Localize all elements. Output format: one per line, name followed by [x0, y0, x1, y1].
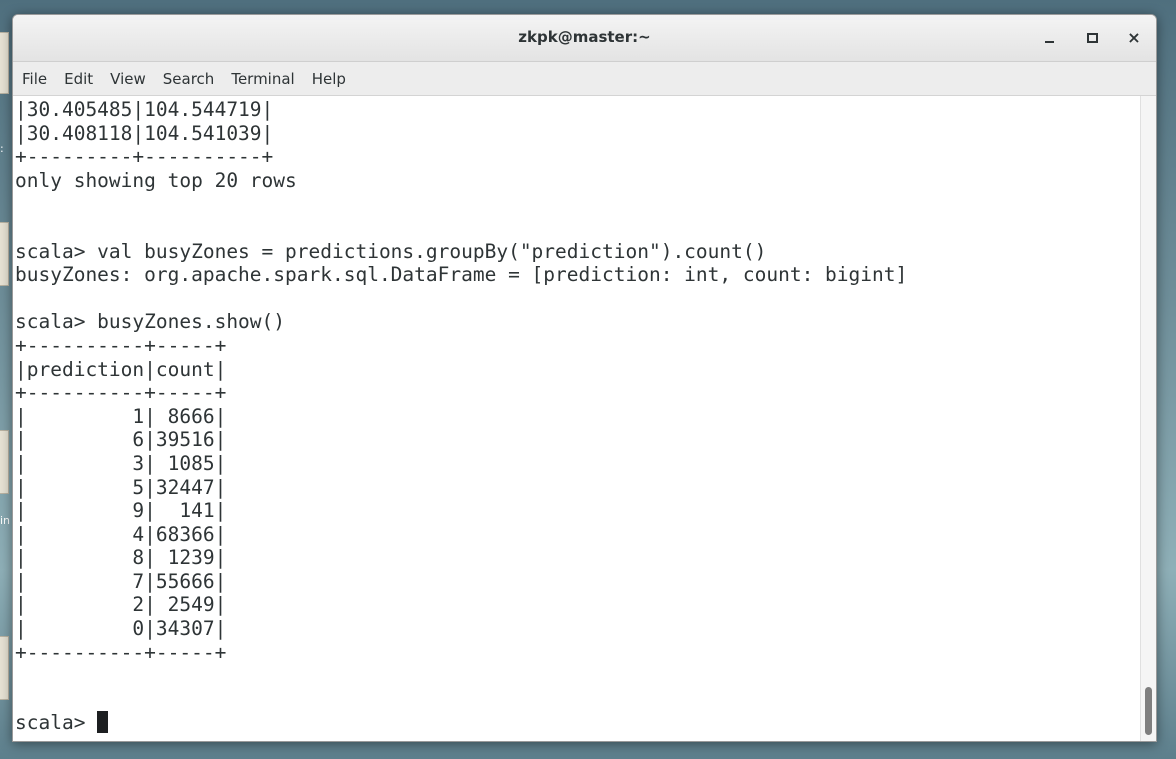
terminal-line: scala> val busyZones = predictions.group… [15, 239, 767, 263]
scrollbar[interactable] [1140, 96, 1156, 741]
desktop-icon[interactable] [0, 636, 9, 700]
menu-search[interactable]: Search [154, 70, 223, 88]
terminal-line: | 4|68366| [15, 522, 227, 546]
desktop-icon[interactable] [0, 32, 9, 94]
terminal-line: only showing top 20 rows [15, 168, 297, 192]
menu-view[interactable]: View [101, 70, 154, 88]
maximize-button[interactable] [1081, 27, 1103, 49]
prompt-line[interactable]: scala> [15, 711, 907, 735]
terminal-line: +----------+-----+ [15, 640, 227, 664]
terminal-line: | 0|34307| [15, 617, 227, 641]
terminal-line: |prediction|count| [15, 357, 227, 381]
maximize-icon [1086, 33, 1098, 43]
close-button[interactable]: × [1123, 27, 1145, 49]
prompt-text: scala> [15, 711, 98, 735]
terminal-line: | 5|32447| [15, 475, 227, 499]
terminal-line: | 9| 141| [15, 499, 227, 523]
terminal-line: scala> busyZones.show() [15, 310, 286, 334]
terminal-lines: |30.405485|104.544719| |30.408118|104.541… [15, 98, 907, 735]
minimize-button[interactable] [1038, 27, 1060, 49]
scrollbar-thumb[interactable] [1145, 687, 1152, 735]
close-icon: × [1127, 28, 1141, 47]
terminal-line: | 7|55666| [15, 569, 227, 593]
terminal-line: +---------+----------+ [15, 145, 274, 169]
terminal-window: zkpk@master:~ × File Edit View Search Termin… [12, 14, 1157, 742]
desktop-icon-label: in [0, 514, 11, 527]
minimize-icon [1044, 41, 1054, 43]
terminal-line: busyZones: org.apache.spark.sql.DataFram… [15, 263, 908, 287]
title-bar[interactable]: zkpk@master:~ × [13, 15, 1156, 62]
terminal-output[interactable]: |30.405485|104.544719| |30.408118|104.541… [13, 96, 1140, 741]
terminal-line: | 1| 8666| [15, 404, 227, 428]
menu-file[interactable]: File [13, 70, 55, 88]
terminal-line: | 2| 2549| [15, 593, 227, 617]
terminal-line: | 8| 1239| [15, 546, 227, 570]
desktop-icon[interactable] [0, 430, 9, 494]
window-title: zkpk@master:~ [518, 28, 651, 46]
terminal-line: | 3| 1085| [15, 451, 227, 475]
text-cursor [97, 711, 109, 734]
menu-edit[interactable]: Edit [55, 70, 101, 88]
terminal-line: +----------+-----+ [15, 333, 227, 357]
terminal-line: |30.405485|104.544719| [15, 98, 274, 121]
menu-terminal[interactable]: Terminal [222, 70, 302, 88]
desktop-icon-label: : [0, 142, 4, 155]
desktop-icon[interactable] [0, 222, 9, 286]
terminal-line: | 6|39516| [15, 428, 227, 452]
terminal-line: +----------+-----+ [15, 381, 227, 405]
menu-bar: File Edit View Search Terminal Help [13, 62, 1156, 96]
terminal-line: |30.408118|104.541039| [15, 121, 274, 145]
menu-help[interactable]: Help [303, 70, 354, 88]
